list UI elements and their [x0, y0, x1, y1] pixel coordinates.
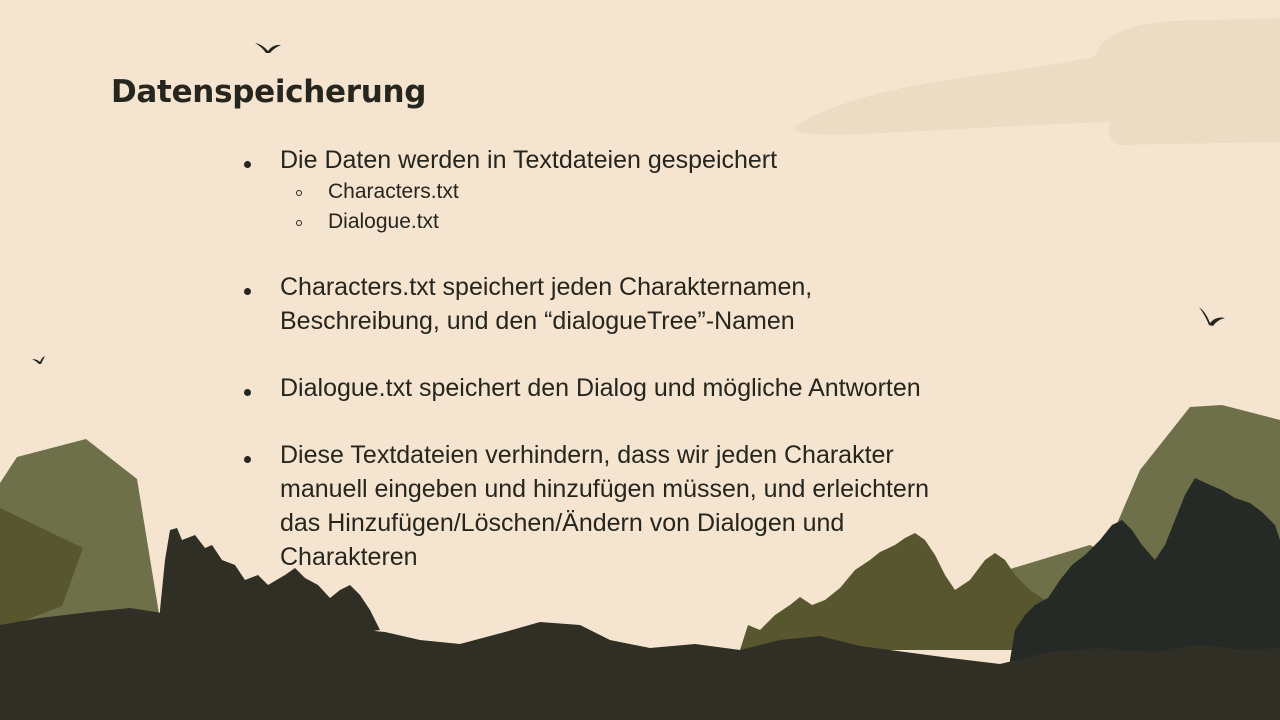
bullet-text-line: manuell eingeben und hinzufügen müssen, …: [280, 475, 930, 503]
bullet-dot: [244, 456, 251, 463]
sub-bullet-item: Characters.txt: [244, 177, 1024, 207]
cloud-shape: [794, 18, 1280, 145]
bullet-dot: [244, 161, 251, 168]
bullet-dot: [244, 389, 251, 396]
bullet-item: Characters.txt speichert jeden Charakter…: [244, 270, 1024, 338]
sub-bullet-ring: [296, 220, 302, 226]
slide-title: Datenspeicherung: [111, 74, 427, 110]
bullet-text-line: Charakteren: [280, 543, 418, 571]
bird-icon: [32, 356, 45, 364]
slide: Datenspeicherung Die Daten werden in Tex…: [0, 0, 1280, 720]
bird-icon: [1199, 307, 1225, 326]
bullet-text: Dialogue.txt speichert den Dialog und mö…: [280, 374, 921, 402]
bullet-text-line: Diese Textdateien verhindern, dass wir j…: [280, 441, 894, 469]
bullet-text-line: das Hinzufügen/Löschen/Ändern von Dialog…: [280, 509, 845, 537]
sub-bullet-text: Characters.txt: [328, 180, 459, 203]
sub-bullet-text: Dialogue.txt: [328, 210, 439, 233]
bullet-item: Die Daten werden in Textdateien gespeich…: [244, 143, 1024, 177]
bird-icon: [255, 43, 281, 53]
sub-bullet-item: Dialogue.txt: [244, 207, 1024, 237]
bullet-text-line: Characters.txt speichert jeden Charakter…: [280, 273, 813, 301]
bullet-dot: [244, 288, 251, 295]
bullet-text-line: Beschreibung, und den “dialogueTree”-Nam…: [280, 307, 795, 335]
bullet-text: Die Daten werden in Textdateien gespeich…: [280, 146, 778, 174]
sub-bullet-ring: [296, 190, 302, 196]
bullet-list: Die Daten werden in Textdateien gespeich…: [244, 143, 1024, 574]
bullet-item: Diese Textdateien verhindern, dass wir j…: [244, 438, 1024, 574]
bullet-item: Dialogue.txt speichert den Dialog und mö…: [244, 371, 1024, 405]
